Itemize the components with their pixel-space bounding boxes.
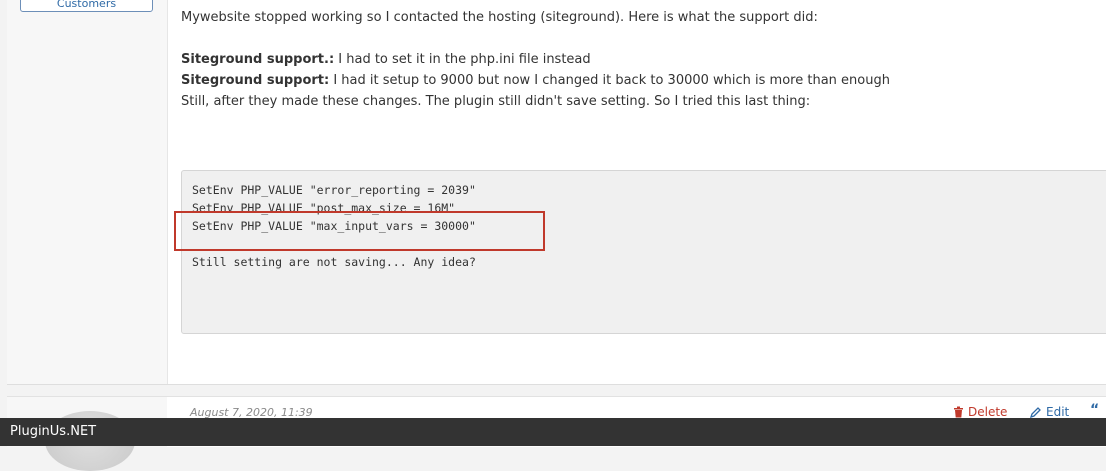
edit-label: Edit (1046, 405, 1070, 419)
support-line: Siteground support: I had it setup to 90… (181, 70, 1106, 91)
quote-button[interactable]: “ (1090, 402, 1099, 418)
code-line: Still setting are not saving... Any idea… (192, 255, 476, 269)
post-body: Mywebsite stopped working so I contacted… (181, 7, 1106, 112)
support-label: Siteground support: (181, 73, 330, 88)
trash-icon (954, 406, 963, 418)
pencil-icon (1030, 407, 1041, 418)
code-line: SetEnv PHP_VALUE "error_reporting = 2039… (192, 183, 476, 197)
highlight-annotation (174, 211, 545, 251)
support-label: Siteground support.: (181, 52, 335, 67)
footer-bar: PluginUs.NET (0, 418, 1106, 446)
post-followup: Still, after they made these changes. Th… (181, 94, 811, 109)
support-text: I had it setup to 9000 but now I changed… (329, 73, 890, 88)
footer-brand: PluginUs.NET (10, 424, 97, 439)
role-badge[interactable]: Customers (20, 0, 153, 12)
support-text: I had to set it in the php.ini file inst… (334, 52, 591, 67)
delete-label: Delete (968, 405, 1008, 419)
author-column: Customers (7, 0, 168, 384)
post-intro: Mywebsite stopped working so I contacted… (181, 10, 818, 25)
quote-icon: “ (1090, 402, 1100, 418)
delete-button[interactable]: Delete (953, 405, 1007, 419)
support-line: Siteground support.: I had to set it in … (181, 49, 1106, 70)
edit-button[interactable]: Edit (1030, 405, 1069, 419)
code-block: SetEnv PHP_VALUE "error_reporting = 2039… (181, 170, 1106, 334)
